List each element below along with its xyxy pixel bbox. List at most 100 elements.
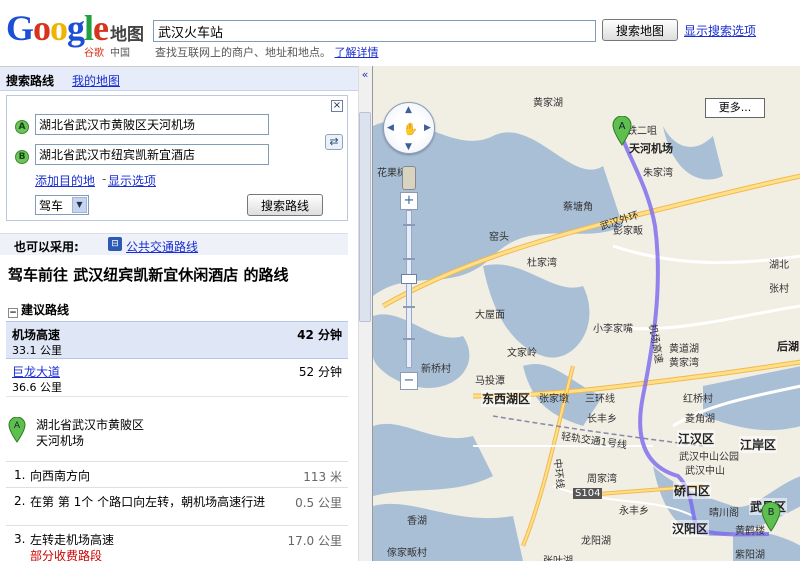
map-label: 小李家嘴 bbox=[593, 324, 633, 335]
route-option[interactable]: 机场高速 33.1 公里 42 分钟 bbox=[6, 321, 348, 359]
add-destination-link[interactable]: 添加目的地 bbox=[35, 172, 95, 189]
header: Google 地图 谷歌 中国 搜索地图 显示搜索选项 查找互联网上的商户、地址… bbox=[0, 0, 800, 66]
bus-icon: ⊟ bbox=[108, 237, 122, 251]
directions-panel: 搜索路线 我的地图 A B × ⇄ 添加目的地 - 显示选项 驾车 ▼ 搜索路线… bbox=[0, 66, 358, 561]
zoom-slider-handle[interactable] bbox=[401, 274, 417, 284]
pin-b-label: B bbox=[768, 507, 775, 518]
zoom-tick bbox=[403, 306, 415, 308]
from-address-input[interactable] bbox=[35, 114, 269, 135]
zoom-tick bbox=[403, 258, 415, 260]
map-label: 新桥村 bbox=[421, 364, 451, 375]
logo-maps-text: 地图 bbox=[110, 25, 144, 45]
map-label: 马投潭 bbox=[475, 376, 505, 387]
route-name-link[interactable]: 巨龙大道 bbox=[12, 363, 60, 380]
map-label: 天河机场 bbox=[629, 142, 673, 155]
zoom-tick bbox=[403, 338, 415, 340]
suggested-routes-header[interactable]: − 建议路线 bbox=[8, 301, 69, 318]
zoom-control[interactable]: + − bbox=[400, 188, 418, 398]
direction-step[interactable]: 2. 在第 第 1个 个路口向左转，朝机场高速行进 0.5 公里 bbox=[6, 487, 348, 525]
toll-note: 部分收费路段 bbox=[30, 549, 103, 561]
map-label: 后湖 bbox=[777, 340, 799, 353]
collapse-panel-icon[interactable]: « bbox=[358, 68, 372, 86]
map-label: 红桥村 bbox=[683, 394, 713, 405]
map-label: 朱家湾 bbox=[643, 168, 673, 179]
map-label: 香湖 bbox=[407, 516, 427, 527]
district-label: 汉阳区 bbox=[671, 520, 710, 537]
tab-search-routes[interactable]: 搜索路线 bbox=[6, 72, 54, 89]
map-label: 湖北 bbox=[769, 260, 789, 271]
district-label: 硚口区 bbox=[673, 482, 712, 499]
map-label: 三环线 bbox=[585, 394, 615, 405]
district-label: 东西湖区 bbox=[481, 390, 532, 407]
swap-addresses-icon[interactable]: ⇄ bbox=[325, 134, 343, 150]
route-option[interactable]: 巨龙大道 36.6 公里 52 分钟 bbox=[6, 359, 348, 397]
start-address-line1: 湖北省武汉市黄陂区 bbox=[36, 418, 145, 432]
search-map-button[interactable]: 搜索地图 bbox=[602, 19, 678, 41]
marker-b-icon: B bbox=[15, 150, 29, 164]
pin-a-icon[interactable]: A bbox=[612, 116, 632, 146]
map-label: 大屋面 bbox=[475, 310, 505, 321]
zoom-tick bbox=[403, 224, 415, 226]
show-search-options-link[interactable]: 显示搜索选项 bbox=[684, 22, 756, 39]
map-label: 长丰乡 bbox=[587, 414, 617, 425]
map-label: 武汉中山公园 bbox=[679, 452, 739, 463]
logo-wordmark: Google bbox=[6, 8, 109, 48]
step-number: 3. bbox=[14, 532, 26, 546]
search-route-button[interactable]: 搜索路线 bbox=[247, 194, 323, 216]
travel-mode-value: 驾车 bbox=[39, 199, 64, 213]
map-label: 文家岭 bbox=[507, 348, 537, 359]
close-icon[interactable]: × bbox=[331, 100, 343, 112]
direction-step[interactable]: 3. 左转走机场高速 部分收费路段 17.0 公里 bbox=[6, 525, 348, 561]
map-label: 黄道湖 bbox=[669, 344, 699, 355]
start-point: A 湖北省武汉市黄陂区 天河机场 bbox=[6, 417, 348, 457]
start-address-line2: 天河机场 bbox=[36, 434, 85, 448]
direction-step[interactable]: 1. 向西南方向 113 米 bbox=[6, 461, 348, 487]
collapse-icon[interactable]: − bbox=[8, 308, 18, 318]
map-label: 武汉中山 bbox=[685, 466, 725, 477]
transit-route-link[interactable]: 公共交通路线 bbox=[126, 238, 198, 255]
scrollbar-thumb[interactable] bbox=[359, 112, 371, 322]
directions-form: A B × ⇄ 添加目的地 - 显示选项 驾车 ▼ 搜索路线 bbox=[6, 95, 348, 221]
hand-icon: ✋ bbox=[403, 122, 418, 136]
step-instruction: 左转走机场高速 bbox=[30, 533, 115, 547]
more-layers-button[interactable]: 更多... bbox=[705, 98, 765, 118]
pan-control[interactable]: ▲ ▼ ◀ ▶ ✋ bbox=[383, 102, 435, 154]
travel-mode-select[interactable]: 驾车 ▼ bbox=[35, 195, 89, 215]
route-distance: 36.6 公里 bbox=[12, 381, 62, 394]
pin-b-icon[interactable]: B bbox=[761, 502, 781, 532]
search-input[interactable] bbox=[153, 20, 596, 42]
map-label: 中环线 bbox=[550, 458, 566, 490]
pan-down-icon[interactable]: ▼ bbox=[405, 142, 412, 152]
map-label: 龙阳湖 bbox=[581, 536, 611, 547]
search-hint-text: 查找互联网上的商户、地址和地点。 bbox=[155, 46, 331, 59]
step-text: 向西南方向 bbox=[30, 469, 91, 483]
route-name: 机场高速 bbox=[12, 328, 61, 342]
map-label: 蔡塘角 bbox=[563, 202, 593, 213]
map-label: 傢家畈村 bbox=[387, 548, 427, 559]
street-view-pegman-icon[interactable] bbox=[402, 166, 416, 190]
zoom-in-icon[interactable]: + bbox=[400, 192, 418, 210]
pan-left-icon[interactable]: ◀ bbox=[387, 123, 394, 133]
step-distance: 0.5 公里 bbox=[295, 496, 342, 510]
zoom-track[interactable] bbox=[406, 210, 412, 368]
to-address-input[interactable] bbox=[35, 144, 269, 165]
learn-more-link[interactable]: 了解详情 bbox=[335, 46, 379, 59]
map-label: 张村 bbox=[769, 284, 789, 295]
map-label: 紫阳湖 bbox=[735, 550, 765, 561]
map-label: 晴川阁 bbox=[709, 508, 739, 519]
pan-up-icon[interactable]: ▲ bbox=[405, 105, 412, 115]
chevron-down-icon[interactable]: ▼ bbox=[72, 197, 87, 213]
google-maps-logo[interactable]: Google 地图 谷歌 中国 bbox=[6, 8, 146, 59]
map-label: 黄家湾 bbox=[669, 358, 699, 369]
map-label: 彭家畈 bbox=[613, 226, 643, 237]
map-label: 窑头 bbox=[489, 232, 509, 243]
zoom-out-icon[interactable]: − bbox=[400, 372, 418, 390]
logo-sub-text: 谷歌 bbox=[84, 48, 104, 59]
pan-right-icon[interactable]: ▶ bbox=[424, 123, 431, 133]
marker-a-icon: A bbox=[15, 120, 29, 134]
tab-my-maps[interactable]: 我的地图 bbox=[72, 72, 120, 89]
show-options-link[interactable]: 显示选项 bbox=[108, 172, 156, 189]
map-canvas[interactable]: 铁二咀 天河机场 朱家湾 黄家湖 武汉外环 蔡塘角 彭家畈 窑头 杜家湾 机场高… bbox=[372, 66, 800, 561]
search-hint: 查找互联网上的商户、地址和地点。 了解详情 bbox=[155, 44, 379, 60]
alternatives-label: 也可以采用: bbox=[14, 240, 79, 254]
